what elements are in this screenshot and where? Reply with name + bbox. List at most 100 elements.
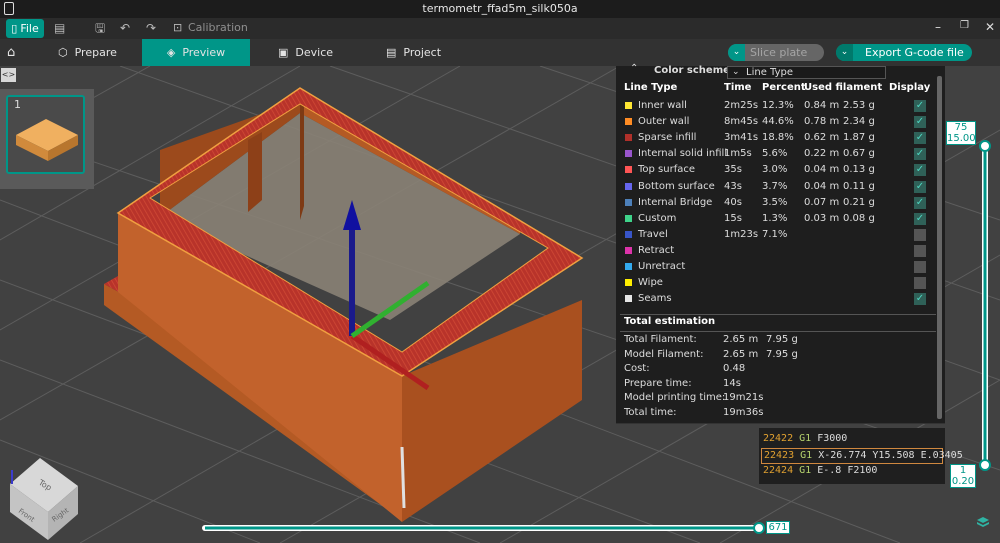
time-value: 3m41s [724,132,759,144]
color-swatch [625,166,632,174]
display-checkbox[interactable] [914,228,926,241]
layer-bottom-height: 0.20 [951,476,975,487]
gcode-line[interactable]: 22422 G1 F3000 [761,432,943,448]
legend-row[interactable]: Retract [616,243,945,259]
legend-row[interactable]: Seams ✓ [616,291,945,307]
filament-weight: 0.13 g [843,164,875,176]
minimize-icon[interactable]: – [935,20,941,34]
close-icon[interactable]: ✕ [985,20,995,34]
percent-value: 12.3% [762,100,794,111]
gcode-line[interactable]: 22424 G1 E-.8 F2100 [761,464,943,480]
gcode-arguments: F3000 [817,433,848,444]
maximize-icon[interactable]: ❐ [960,20,969,31]
display-checkbox[interactable] [914,261,926,273]
tab-prepare-label: Prepare [74,46,117,59]
redo-icon[interactable]: ↷ [146,21,156,35]
legend-row[interactable]: Top surface 35s 3.0% 0.04 m 0.13 g ✓ [616,162,945,178]
file-menu-button[interactable]: ▯ File [6,19,44,38]
line-type-name: Seams [638,293,672,305]
layer-bottom-label[interactable]: 1 0.20 [950,464,976,488]
legend-row[interactable]: Sparse infill 3m41s 18.8% 0.62 m 1.87 g ✓ [616,130,945,146]
filament-length: 0.84 m [804,100,840,111]
line-type-name: Top surface [638,164,696,176]
legend-row[interactable]: Internal solid infill 1m5s 5.6% 0.22 m 0.67 … [616,146,945,162]
gcode-command: G1 [799,465,812,476]
header-time: Time [724,82,752,93]
layer-top-label[interactable]: 75 15.00 [946,121,976,145]
tab-device-label: Device [295,46,334,59]
file-menu-label: File [20,22,39,35]
legend-row[interactable]: Custom 15s 1.3% 0.03 m 0.08 g ✓ [616,211,945,227]
slice-plate-button[interactable]: ⌄ Slice plate [728,44,824,61]
plate-list: 1 [0,89,94,189]
display-checkbox[interactable]: ✓ [914,293,926,306]
color-scheme-select[interactable]: ⌄ Line Type [727,66,886,79]
display-checkbox[interactable]: ✓ [914,180,926,193]
display-checkbox[interactable]: ✓ [914,196,926,209]
legend-row[interactable]: Inner wall 2m25s 12.3% 0.84 m 2.53 g ✓ [616,98,945,114]
seam-line [400,446,406,509]
move-slider-value[interactable]: 671 [766,521,790,534]
chevron-up-icon[interactable]: ⌃ [630,63,638,74]
display-checkbox[interactable]: ✓ [914,164,926,177]
gcode-line-number: 22423 [764,450,795,461]
layer-top-height: 15.00 [947,133,976,144]
color-swatch [625,214,632,222]
filament-weight: 2.53 g [843,100,875,111]
tab-project[interactable]: ▤ Project [386,39,441,66]
divider [620,331,936,332]
legend-row[interactable]: Unretract [616,259,945,275]
chevron-down-icon[interactable]: ⌄ [728,44,745,61]
gcode-line[interactable]: 22423 G1 X-26.774 Y15.508 E.03405 [761,448,963,464]
home-icon[interactable]: ⌂ [7,39,15,66]
tab-prepare[interactable]: ⬡ Prepare [58,39,117,66]
line-type-name: Custom [638,212,677,224]
layer-top-number: 75 [954,122,968,133]
layers-icon: ◈ [166,46,176,59]
percent-value: 3.0% [762,164,788,176]
collapse-sidebar-button[interactable]: <> [1,68,16,82]
divider [620,314,936,315]
legend-row[interactable]: Wipe [616,275,945,291]
legend-row[interactable]: Bottom surface 43s 3.7% 0.04 m 0.11 g ✓ [616,179,945,195]
undo-icon[interactable]: ↶ [120,21,130,35]
display-checkbox[interactable] [914,277,926,290]
total-label: Total Filament: [624,334,697,345]
filament-length: 0.04 m [804,164,840,176]
chevron-down-icon[interactable]: ⌄ [836,44,853,61]
display-checkbox[interactable]: ✓ [914,212,926,225]
save-icon[interactable]: 🖫 [95,21,105,35]
legend-row[interactable]: Outer wall 8m45s 44.6% 0.78 m 2.34 g ✓ [616,114,945,130]
legend-scrollbar[interactable] [937,76,942,419]
display-checkbox[interactable]: ✓ [914,100,926,112]
gcode-command: G1 [800,450,813,461]
display-checkbox[interactable]: ✓ [914,148,926,161]
time-value: 2m25s [724,100,759,111]
color-swatch [625,182,632,190]
tab-preview-label: Preview [182,46,226,59]
line-type-name: Retract [638,244,675,256]
display-checkbox[interactable] [914,244,926,257]
line-type-name: Unretract [638,261,686,272]
filament-length: 0.07 m [804,196,840,208]
display-checkbox[interactable]: ✓ [914,116,926,129]
legend-row[interactable]: Travel 1m23s 7.1% [616,227,945,243]
legend-row[interactable]: Internal Bridge 40s 3.5% 0.07 m 0.21 g ✓ [616,195,945,211]
export-gcode-button[interactable]: ⌄ Export G-code file [836,44,972,61]
line-type-name: Internal Bridge [638,196,713,208]
display-checkbox[interactable]: ✓ [914,132,926,145]
gcode-line-number: 22424 [763,465,794,476]
tab-preview[interactable]: ◈ Preview [142,39,250,66]
slice-plate-label: Slice plate [750,46,808,59]
line-type-name: Travel [638,228,668,240]
time-value: 43s [724,180,742,192]
percent-value: 3.7% [762,180,788,192]
calibration-menu[interactable]: Calibration [188,21,248,34]
plate-thumbnail[interactable]: 1 [6,95,85,174]
document-icon[interactable]: ▤ [54,21,65,35]
time-value: 15s [724,212,742,224]
calibration-icon: ⊡ [173,21,183,34]
tab-device[interactable]: ▣ Device [278,39,333,66]
line-type-name: Internal solid infill [638,148,728,160]
time-value: 1m23s [724,228,759,240]
